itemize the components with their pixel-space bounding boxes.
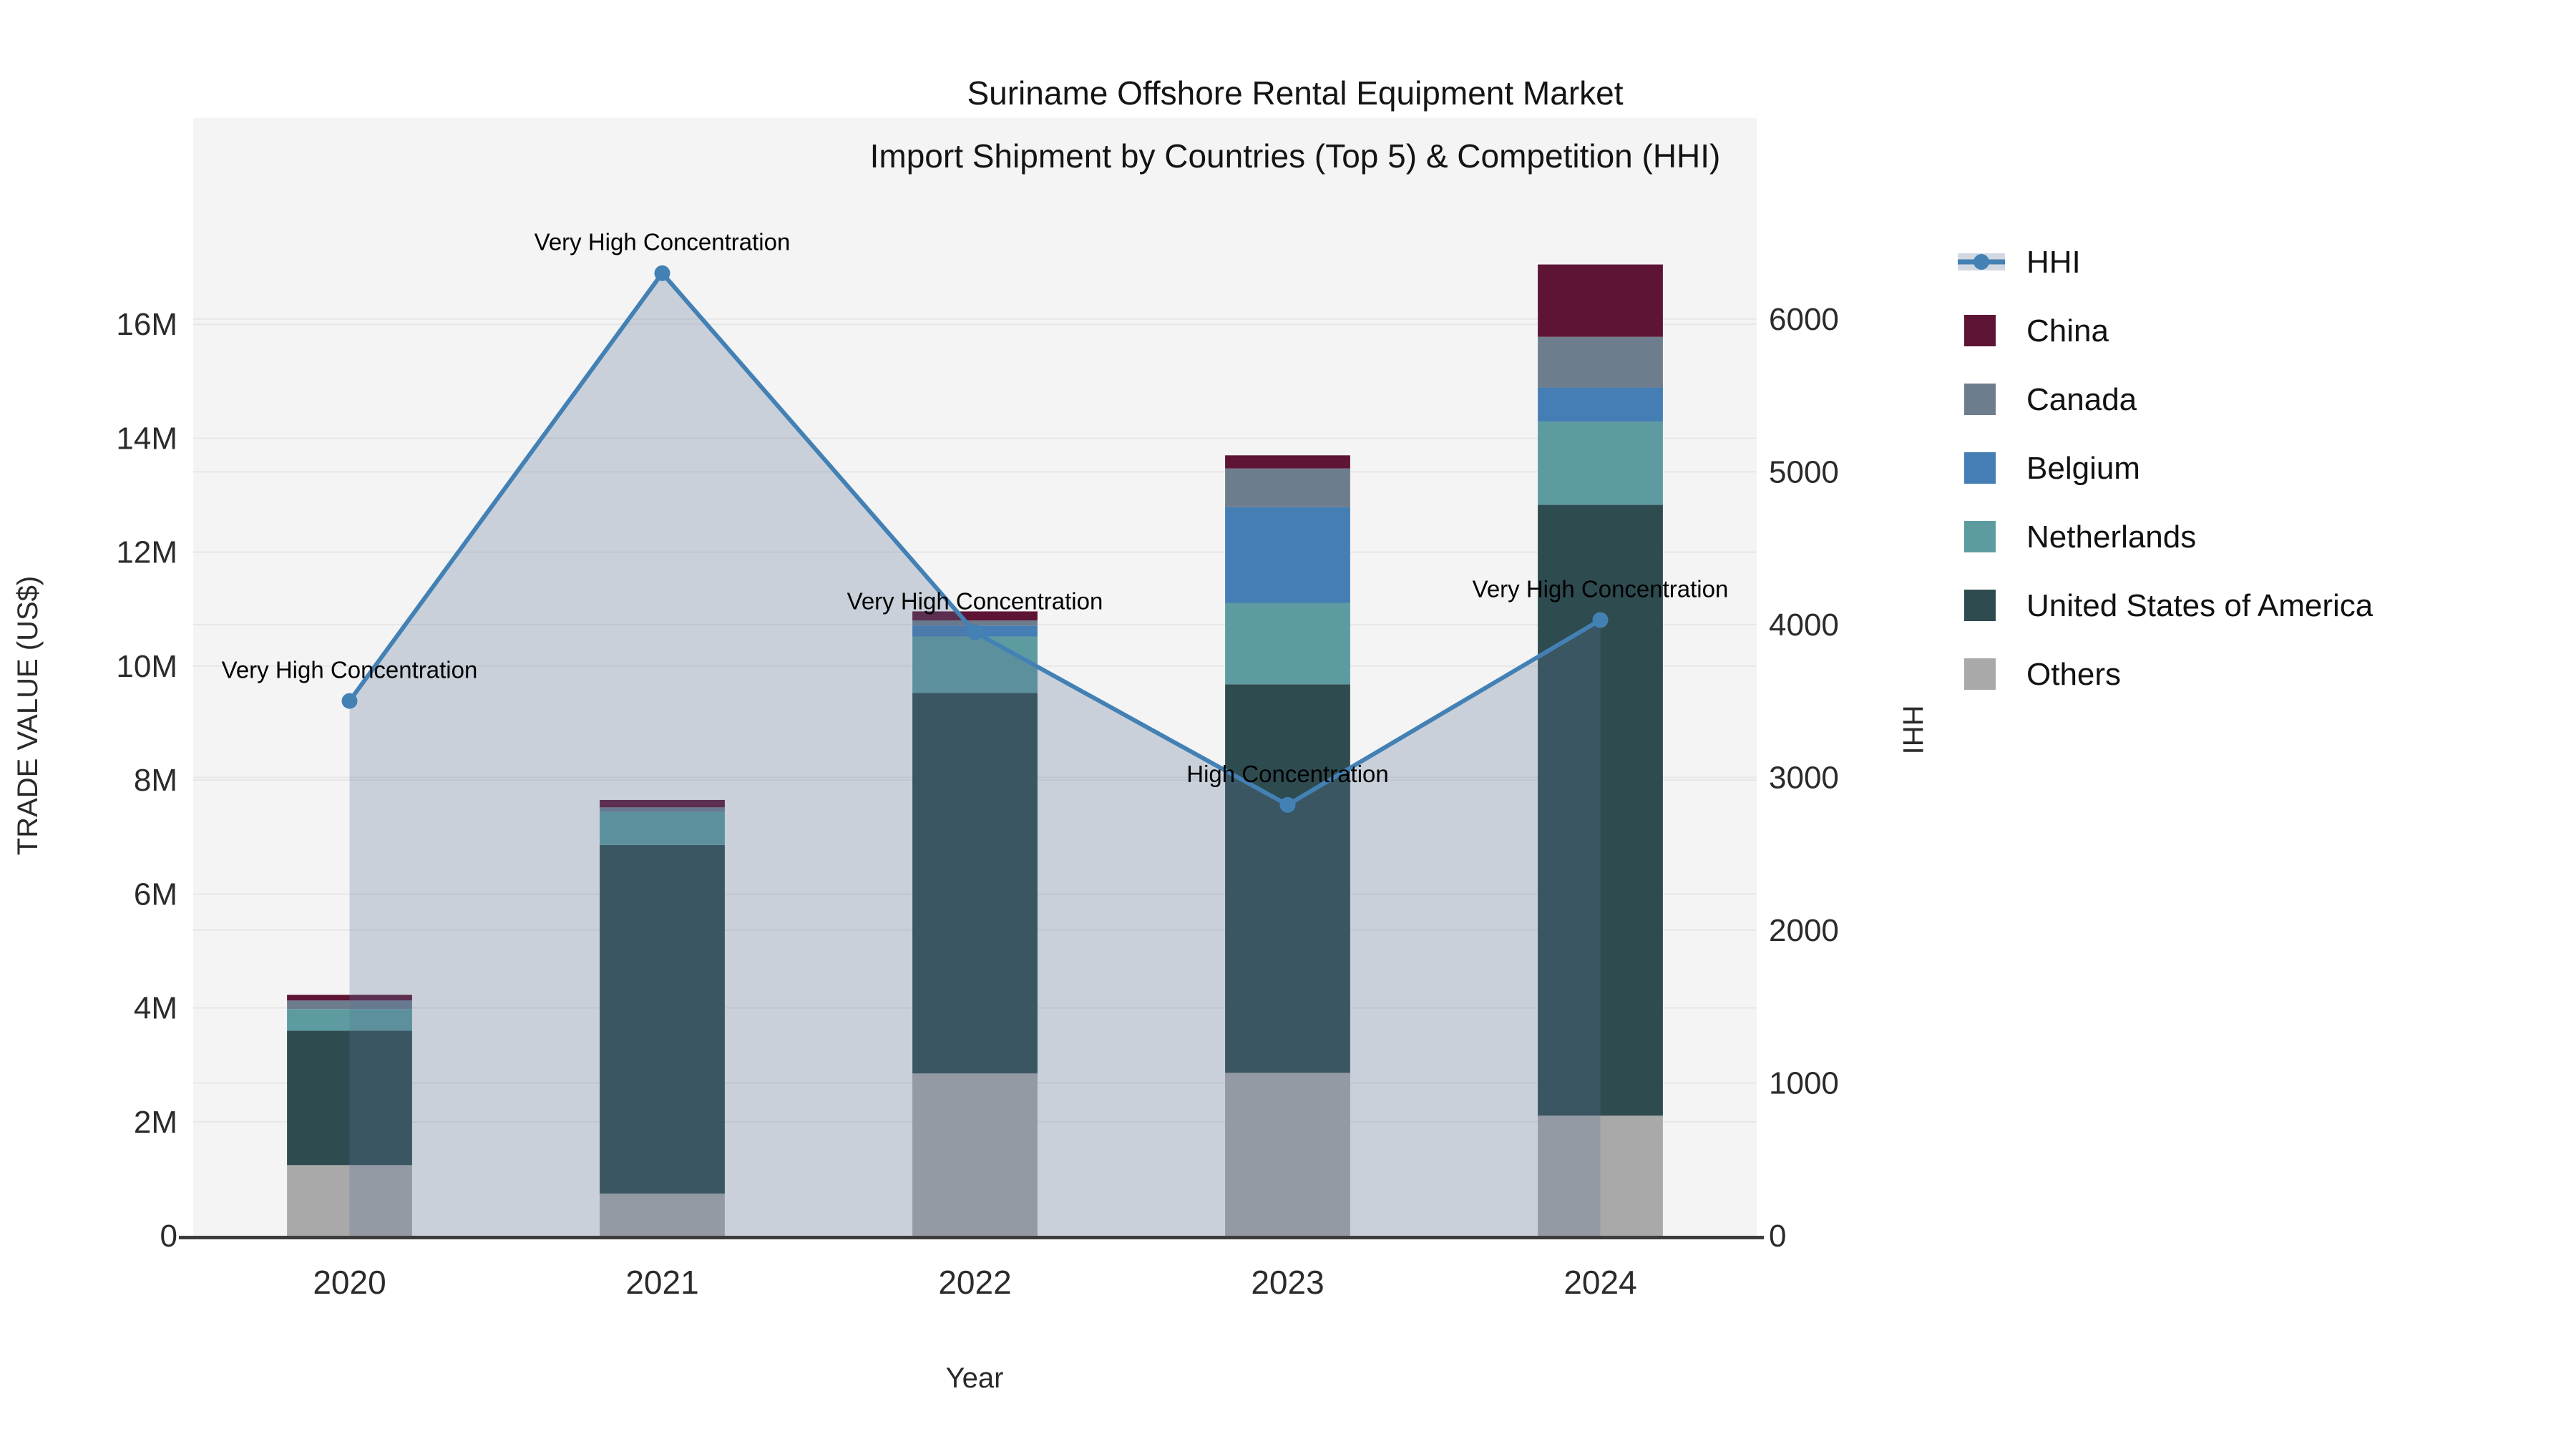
hhi-annotation-2024: Very High Concentration	[1473, 575, 1729, 602]
legend-item-netherlands[interactable]: Netherlands	[2026, 519, 2196, 555]
bar-segment-2023-canada[interactable]	[1225, 468, 1350, 507]
legend-item-belgium[interactable]: Belgium	[2026, 451, 2140, 486]
bar-segment-2024-china[interactable]	[1538, 264, 1663, 337]
legend-swatch-others	[1964, 658, 1996, 690]
hhi-annotation-2021: Very High Concentration	[535, 229, 791, 255]
legend: HHI China Canada Belgium Netherlands United S…	[1958, 245, 2373, 692]
plot-area: Very High Concentration Very High Concent…	[116, 118, 1839, 1301]
legend-swatch-china	[1964, 315, 1996, 346]
legend-item-canada[interactable]: Canada	[2026, 382, 2137, 417]
legend-swatch-belgium	[1964, 452, 1996, 484]
y-left-tick-6M: 6M	[134, 877, 177, 912]
x-axis-line	[179, 1236, 1764, 1239]
chart-canvas: Very High Concentration Very High Concent…	[0, 0, 2576, 1449]
legend-swatch-hhi-marker	[1974, 254, 1989, 270]
y-left-tick-10M: 10M	[116, 649, 177, 684]
x-tick-2023: 2023	[1251, 1264, 1324, 1301]
y-left-tick-14M: 14M	[116, 421, 177, 456]
chart-subtitle: Import Shipment by Countries (Top 5) & C…	[870, 137, 1721, 175]
x-tick-2021: 2021	[625, 1264, 698, 1301]
hhi-annotation-2022: Very High Concentration	[847, 588, 1103, 615]
x-tick-2024: 2024	[1563, 1264, 1636, 1301]
y-left-tick-8M: 8M	[134, 763, 177, 798]
hhi-marker-2024[interactable]	[1592, 612, 1609, 628]
y-right-tick-5000: 5000	[1769, 454, 1839, 489]
bar-segment-2023-belgium[interactable]	[1225, 507, 1350, 603]
legend-item-china[interactable]: China	[2026, 313, 2109, 348]
y-right-tick-6000: 6000	[1769, 302, 1839, 337]
bar-segment-2023-netherlands[interactable]	[1225, 602, 1350, 685]
bar-segment-2024-canada[interactable]	[1538, 336, 1663, 388]
y-left-tick-12M: 12M	[116, 535, 177, 570]
hhi-annotation-2023: High Concentration	[1186, 761, 1389, 787]
legend-swatch-canada	[1964, 384, 1996, 415]
bar-segment-2024-belgium[interactable]	[1538, 387, 1663, 422]
y-left-tick-4M: 4M	[134, 991, 177, 1026]
legend-item-hhi[interactable]: HHI	[2026, 245, 2081, 280]
hhi-annotation-2020: Very High Concentration	[222, 657, 478, 683]
x-tick-2022: 2022	[938, 1264, 1011, 1301]
y-right-tick-4000: 4000	[1769, 608, 1839, 643]
legend-swatch-netherlands	[1964, 521, 1996, 552]
legend-swatch-united-states-of-america	[1964, 590, 1996, 621]
y-left-tick-2M: 2M	[134, 1105, 177, 1140]
x-tick-2020: 2020	[313, 1264, 386, 1301]
y-right-tick-3000: 3000	[1769, 760, 1839, 795]
y-left-axis-title: TRADE VALUE (US$)	[12, 576, 44, 855]
x-axis-title: Year	[946, 1362, 1004, 1394]
y-right-axis-title: HHI	[1897, 706, 1928, 755]
bar-segment-2023-china[interactable]	[1225, 455, 1350, 469]
bar-segment-2024-netherlands[interactable]	[1538, 421, 1663, 505]
hhi-marker-2022[interactable]	[967, 624, 983, 640]
chart-svg: Very High Concentration Very High Concent…	[12, 74, 2373, 1394]
chart-title: Suriname Offshore Rental Equipment Marke…	[967, 74, 1623, 112]
legend-item-united-states-of-america[interactable]: United States of America	[2026, 588, 2373, 623]
y-right-tick-0: 0	[1769, 1219, 1786, 1254]
hhi-marker-2023[interactable]	[1279, 796, 1296, 813]
y-left-tick-16M: 16M	[116, 307, 177, 342]
y-right-tick-1000: 1000	[1769, 1065, 1839, 1101]
y-left-tick-0: 0	[160, 1219, 177, 1254]
legend-item-others[interactable]: Others	[2026, 657, 2121, 692]
hhi-marker-2021[interactable]	[654, 265, 670, 281]
hhi-marker-2020[interactable]	[341, 693, 358, 709]
y-right-tick-2000: 2000	[1769, 913, 1839, 948]
